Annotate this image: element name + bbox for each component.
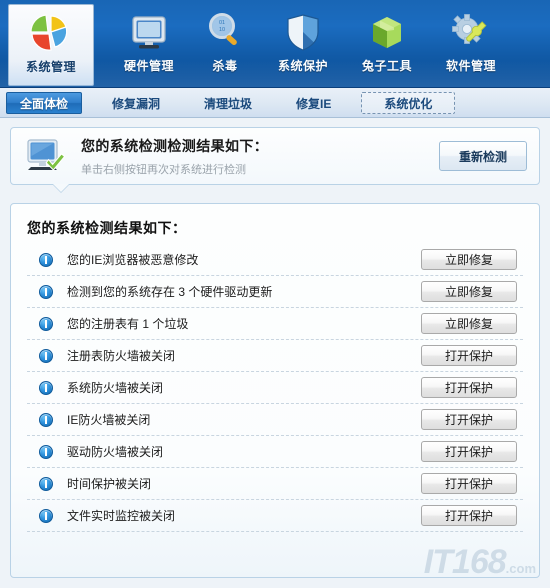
status-info-subtitle: 单击右侧按钮再次对系统进行检测 [81, 163, 246, 176]
toolbar-item-system-protection[interactable]: 系统保护 [260, 4, 346, 84]
result-row[interactable]: 注册表防火墙被关闭 打开保护 [27, 340, 523, 372]
status-info-panel: 您的系统检测检测结果如下： 单击右侧按钮再次对系统进行检测 重新检测 [10, 127, 540, 185]
monitor-check-icon [23, 134, 69, 178]
toolbar-item-rabbit-tools[interactable]: 兔子工具 [346, 4, 428, 84]
tab-fix-vulnerabilities[interactable]: 修复漏洞 [98, 92, 174, 114]
green-box-icon [365, 10, 409, 54]
rescan-button[interactable]: 重新检测 [439, 141, 527, 171]
info-exclamation-icon [39, 284, 53, 299]
result-row-label: 系统防火墙被关闭 [67, 381, 164, 395]
toolbar-item-label: 硬件管理 [123, 59, 174, 73]
result-row-action-button[interactable]: 立即修复 [421, 313, 517, 334]
main-toolbar: 系统管理 硬件管理 01 10 杀毒 系统保护 兔子工具 软件管理 [0, 0, 550, 88]
info-exclamation-icon [39, 316, 53, 331]
result-row-action-button[interactable]: 立即修复 [421, 281, 517, 302]
toolbar-item-label: 兔子工具 [361, 59, 412, 73]
tab-bar: 全面体检 修复漏洞 清理垃圾 修复IE 系统优化 [0, 88, 550, 118]
result-row-action-button[interactable]: 打开保护 [421, 409, 517, 430]
result-row-label: IE防火墙被关闭 [67, 413, 151, 427]
result-row-action-button[interactable]: 打开保护 [421, 441, 517, 462]
result-row-action-button[interactable]: 打开保护 [421, 473, 517, 494]
info-exclamation-icon [39, 476, 53, 491]
tab-system-optimization[interactable]: 系统优化 [361, 91, 456, 114]
info-exclamation-icon [39, 508, 53, 523]
info-exclamation-icon [39, 252, 53, 267]
tab-repair-ie[interactable]: 修复IE [282, 92, 345, 114]
toolbar-item-label: 软件管理 [445, 59, 496, 73]
result-row-action-button[interactable]: 打开保护 [421, 505, 517, 526]
result-row[interactable]: 您的注册表有 1 个垃圾 立即修复 [27, 308, 523, 340]
status-info-text: 您的系统检测检测结果如下： 单击右侧按钮再次对系统进行检测 [81, 136, 439, 177]
info-exclamation-icon [39, 412, 53, 427]
result-row-action-button[interactable]: 立即修复 [421, 249, 517, 270]
result-row[interactable]: 驱动防火墙被关闭 打开保护 [27, 436, 523, 468]
info-exclamation-icon [39, 444, 53, 459]
pie-chart-icon [29, 11, 73, 55]
magnifier-icon: 01 10 [203, 10, 247, 54]
result-row[interactable]: 检测到您的系统存在 3 个硬件驱动更新 立即修复 [27, 276, 523, 308]
gear-wrench-icon [449, 10, 493, 54]
toolbar-item-label: 系统管理 [25, 60, 76, 74]
shield-icon [281, 10, 325, 54]
toolbar-item-system-management[interactable]: 系统管理 [8, 4, 94, 86]
result-row-label: 您的注册表有 1 个垃圾 [67, 317, 189, 331]
info-exclamation-icon [39, 348, 53, 363]
result-row[interactable]: 您的IE浏览器被恶意修改 立即修复 [27, 244, 523, 276]
toolbar-item-label: 杀毒 [212, 59, 238, 73]
tab-full-checkup[interactable]: 全面体检 [6, 91, 83, 114]
toolbar-item-label: 系统保护 [277, 59, 328, 73]
svg-text:01: 01 [219, 20, 225, 26]
result-row[interactable]: IE防火墙被关闭 打开保护 [27, 404, 523, 436]
toolbar-item-hardware-management[interactable]: 硬件管理 [108, 4, 190, 84]
result-row-label: 文件实时监控被关闭 [67, 509, 176, 523]
result-row-label: 您的IE浏览器被恶意修改 [67, 253, 199, 267]
result-row-action-button[interactable]: 打开保护 [421, 377, 517, 398]
result-row-label: 注册表防火墙被关闭 [67, 349, 176, 363]
status-info-title: 您的系统检测检测结果如下： [81, 137, 269, 154]
info-exclamation-icon [39, 380, 53, 395]
result-row[interactable]: 文件实时监控被关闭 打开保护 [27, 500, 523, 532]
result-row-label: 检测到您的系统存在 3 个硬件驱动更新 [67, 285, 273, 299]
result-row[interactable]: 时间保护被关闭 打开保护 [27, 468, 523, 500]
toolbar-item-antivirus[interactable]: 01 10 杀毒 [190, 4, 260, 84]
monitor-icon [127, 10, 171, 54]
result-row-label: 驱动防火墙被关闭 [67, 445, 164, 459]
info-panel-tail [52, 184, 70, 193]
result-row[interactable]: 系统防火墙被关闭 打开保护 [27, 372, 523, 404]
toolbar-item-software-management[interactable]: 软件管理 [428, 4, 514, 84]
svg-text:10: 10 [219, 27, 225, 33]
results-heading: 您的系统检测结果如下： [27, 220, 187, 236]
result-row-action-button[interactable]: 打开保护 [421, 345, 517, 366]
result-row-label: 时间保护被关闭 [67, 477, 152, 491]
results-panel: 您的系统检测结果如下： 您的IE浏览器被恶意修改 立即修复 检测到您的系统存在 … [10, 203, 540, 578]
tab-clean-junk[interactable]: 清理垃圾 [190, 92, 266, 114]
